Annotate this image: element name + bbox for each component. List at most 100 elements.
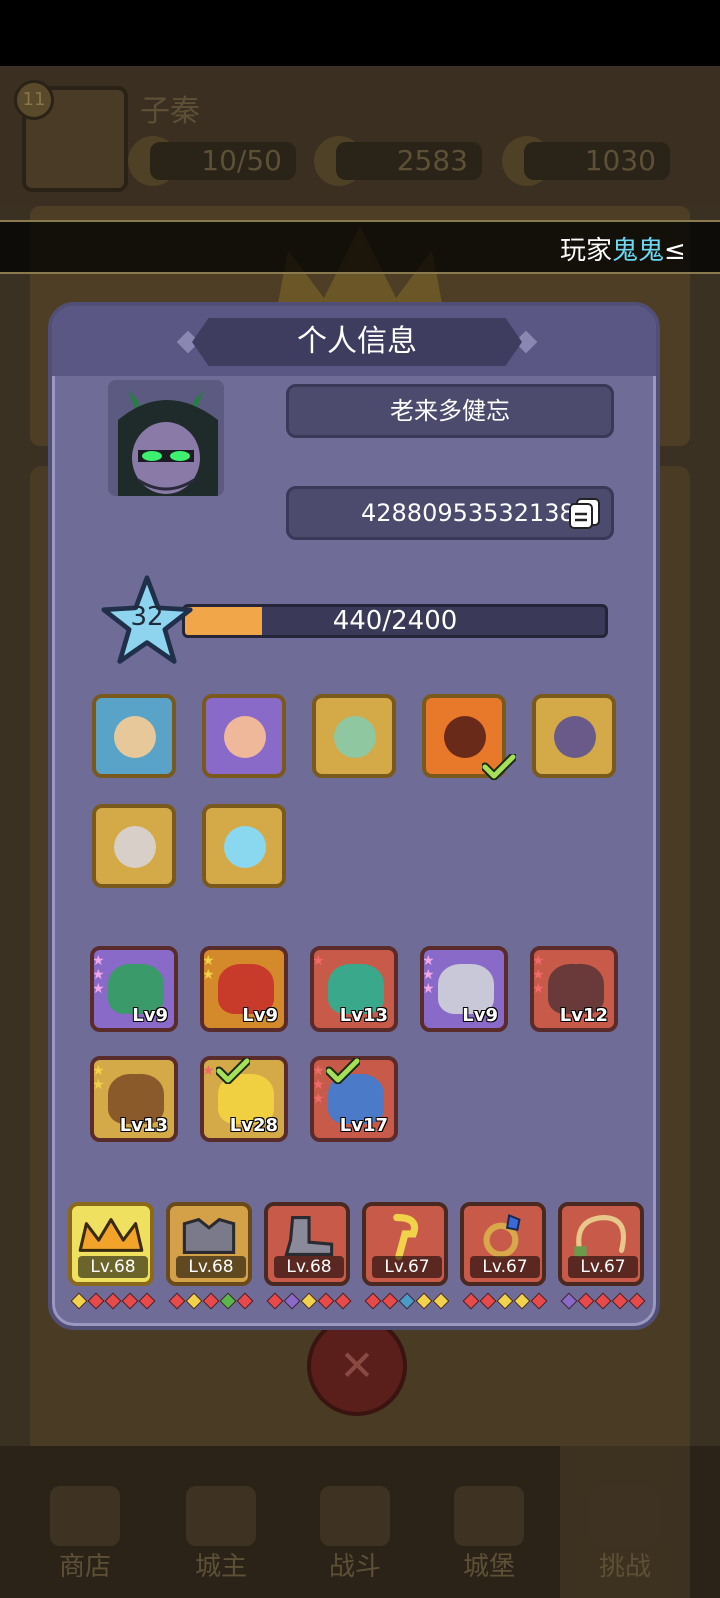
equip-level: Lv.68	[176, 1256, 246, 1278]
star-icon: ★	[532, 967, 545, 983]
hero-green-elf[interactable]	[312, 694, 396, 778]
profile-dialog: 个人信息 老来多健忘 42880953532138 440/2400 32 ★ …	[48, 302, 660, 1330]
pet-stars: ★ ★ ★	[312, 1063, 325, 1107]
star-icon: ★	[312, 1077, 325, 1093]
star-icon: ★	[422, 981, 435, 997]
gem-slot-icon	[530, 1292, 547, 1310]
gem-slot-icon	[219, 1292, 236, 1310]
gem-slot-icon	[121, 1292, 138, 1310]
hero-demon-hunter[interactable]	[532, 694, 616, 778]
pet-dark-dragon[interactable]: ★ ★ ★ Lv12	[530, 946, 618, 1032]
announcement-banner: 玩家鬼鬼≤	[0, 220, 720, 274]
pet-silver-golem[interactable]: ★ ★ ★ Lv9	[420, 946, 508, 1032]
player-id-field: 42880953532138	[286, 486, 614, 540]
pet-stars: ★	[314, 954, 325, 968]
gem-slot-icon	[577, 1292, 594, 1310]
gem-slot-icon	[266, 1292, 283, 1310]
player-id: 42880953532138	[361, 499, 575, 527]
pet-level: Lv12	[559, 1005, 608, 1026]
star-icon: ★	[92, 981, 105, 997]
hero-skeleton-king[interactable]	[202, 804, 286, 888]
gem-slot-icon	[381, 1292, 398, 1310]
equip-gem-slots	[168, 1292, 253, 1310]
lord-icon	[186, 1486, 256, 1546]
nickname-field[interactable]: 老来多健忘	[286, 384, 614, 438]
pet-green-dragon[interactable]: ★ ★ ★ Lv9	[90, 946, 178, 1032]
gem-slot-icon	[317, 1292, 334, 1310]
nav-challenge[interactable]: 挑战	[560, 1446, 690, 1598]
hero-old-wizard[interactable]	[92, 804, 176, 888]
star-icon: ★	[202, 967, 215, 983]
player-avatar[interactable]	[108, 380, 224, 496]
gold-counter: 1030	[524, 142, 670, 180]
exp-text: 440/2400	[332, 606, 458, 636]
nav-battle[interactable]: 战斗	[300, 1486, 410, 1596]
pet-level: Lv9	[462, 1005, 498, 1026]
star-icon: ★	[422, 967, 435, 983]
star-icon: ★	[92, 1077, 105, 1093]
gem-slot-icon	[185, 1292, 202, 1310]
green-elf-portrait-icon	[334, 716, 376, 758]
hero-elf-ranger[interactable]	[92, 694, 176, 778]
nav-lord[interactable]: 城主	[166, 1486, 276, 1596]
equip-level: Lv.67	[470, 1256, 540, 1278]
gem-slot-icon	[138, 1292, 155, 1310]
gem-slot-icon	[87, 1292, 104, 1310]
pet-red-dragon[interactable]: ★ ★ Lv9	[200, 946, 288, 1032]
old-wizard-portrait-icon	[114, 826, 156, 868]
demon-hunter-portrait-icon	[554, 716, 596, 758]
equip-boots[interactable]: Lv.68	[264, 1202, 350, 1286]
copy-icon[interactable]	[567, 495, 603, 531]
pet-level: Lv17	[339, 1115, 388, 1136]
equip-level: Lv.68	[274, 1256, 344, 1278]
gem-slot-icon	[236, 1292, 253, 1310]
gem-slot-icon	[513, 1292, 530, 1310]
star-icon: ★	[92, 1063, 105, 1079]
skeleton-king-portrait-icon	[224, 826, 266, 868]
star-icon: ★	[202, 953, 215, 969]
gem-slot-icon	[462, 1292, 479, 1310]
gem-slot-icon	[70, 1292, 87, 1310]
pet-level: Lv13	[339, 1005, 388, 1026]
pet-tree-treant[interactable]: ★ ★ Lv13	[90, 1056, 178, 1142]
gem-slot-icon	[479, 1292, 496, 1310]
bottom-nav: 商店 城主 战斗 城堡 挑战	[0, 1446, 720, 1598]
red-sorceress-portrait-icon	[224, 716, 266, 758]
shop-icon	[50, 1486, 120, 1546]
gem-slot-icon	[594, 1292, 611, 1310]
equip-armor[interactable]: Lv.68	[166, 1202, 252, 1286]
pet-teal-dragon[interactable]: ★ Lv13	[310, 946, 398, 1032]
nav-shop[interactable]: 商店	[30, 1486, 140, 1596]
gem-slot-icon	[300, 1292, 317, 1310]
star-icon: ★	[312, 1091, 325, 1107]
equip-gem-slots	[266, 1292, 351, 1310]
equip-gem-slots	[70, 1292, 155, 1310]
pet-level: Lv9	[132, 1005, 168, 1026]
pet-stars: ★	[202, 1063, 215, 1079]
elf-ranger-portrait-icon	[114, 716, 156, 758]
gem-counter: 2583	[336, 142, 482, 180]
equip-staff[interactable]: Lv.67	[362, 1202, 448, 1286]
star-icon: ★	[422, 953, 435, 969]
star-icon: ★	[532, 981, 545, 997]
nav-castle[interactable]: 城堡	[434, 1486, 544, 1596]
fire-demon-portrait-icon	[444, 716, 486, 758]
hero-red-sorceress[interactable]	[202, 694, 286, 778]
star-icon: ★	[202, 1063, 215, 1079]
gem-slot-icon	[334, 1292, 351, 1310]
star-icon: ★	[312, 1063, 325, 1079]
equip-whip[interactable]: Lv.67	[558, 1202, 644, 1286]
star-icon: ★	[92, 967, 105, 983]
demon-hunter-portrait-icon	[108, 380, 224, 496]
gem-slot-icon	[364, 1292, 381, 1310]
pet-stars: ★ ★	[92, 1063, 105, 1093]
challenge-icon	[590, 1486, 660, 1546]
star-icon: ★	[532, 953, 545, 969]
equip-ring[interactable]: Lv.67	[460, 1202, 546, 1286]
equip-crown[interactable]: Lv.68	[68, 1202, 154, 1286]
pet-level: Lv13	[119, 1115, 168, 1136]
pet-stars: ★ ★ ★	[532, 953, 545, 997]
selected-check-icon	[324, 1056, 362, 1085]
close-button[interactable]: ✕	[307, 1316, 407, 1416]
gem-slot-icon	[168, 1292, 185, 1310]
